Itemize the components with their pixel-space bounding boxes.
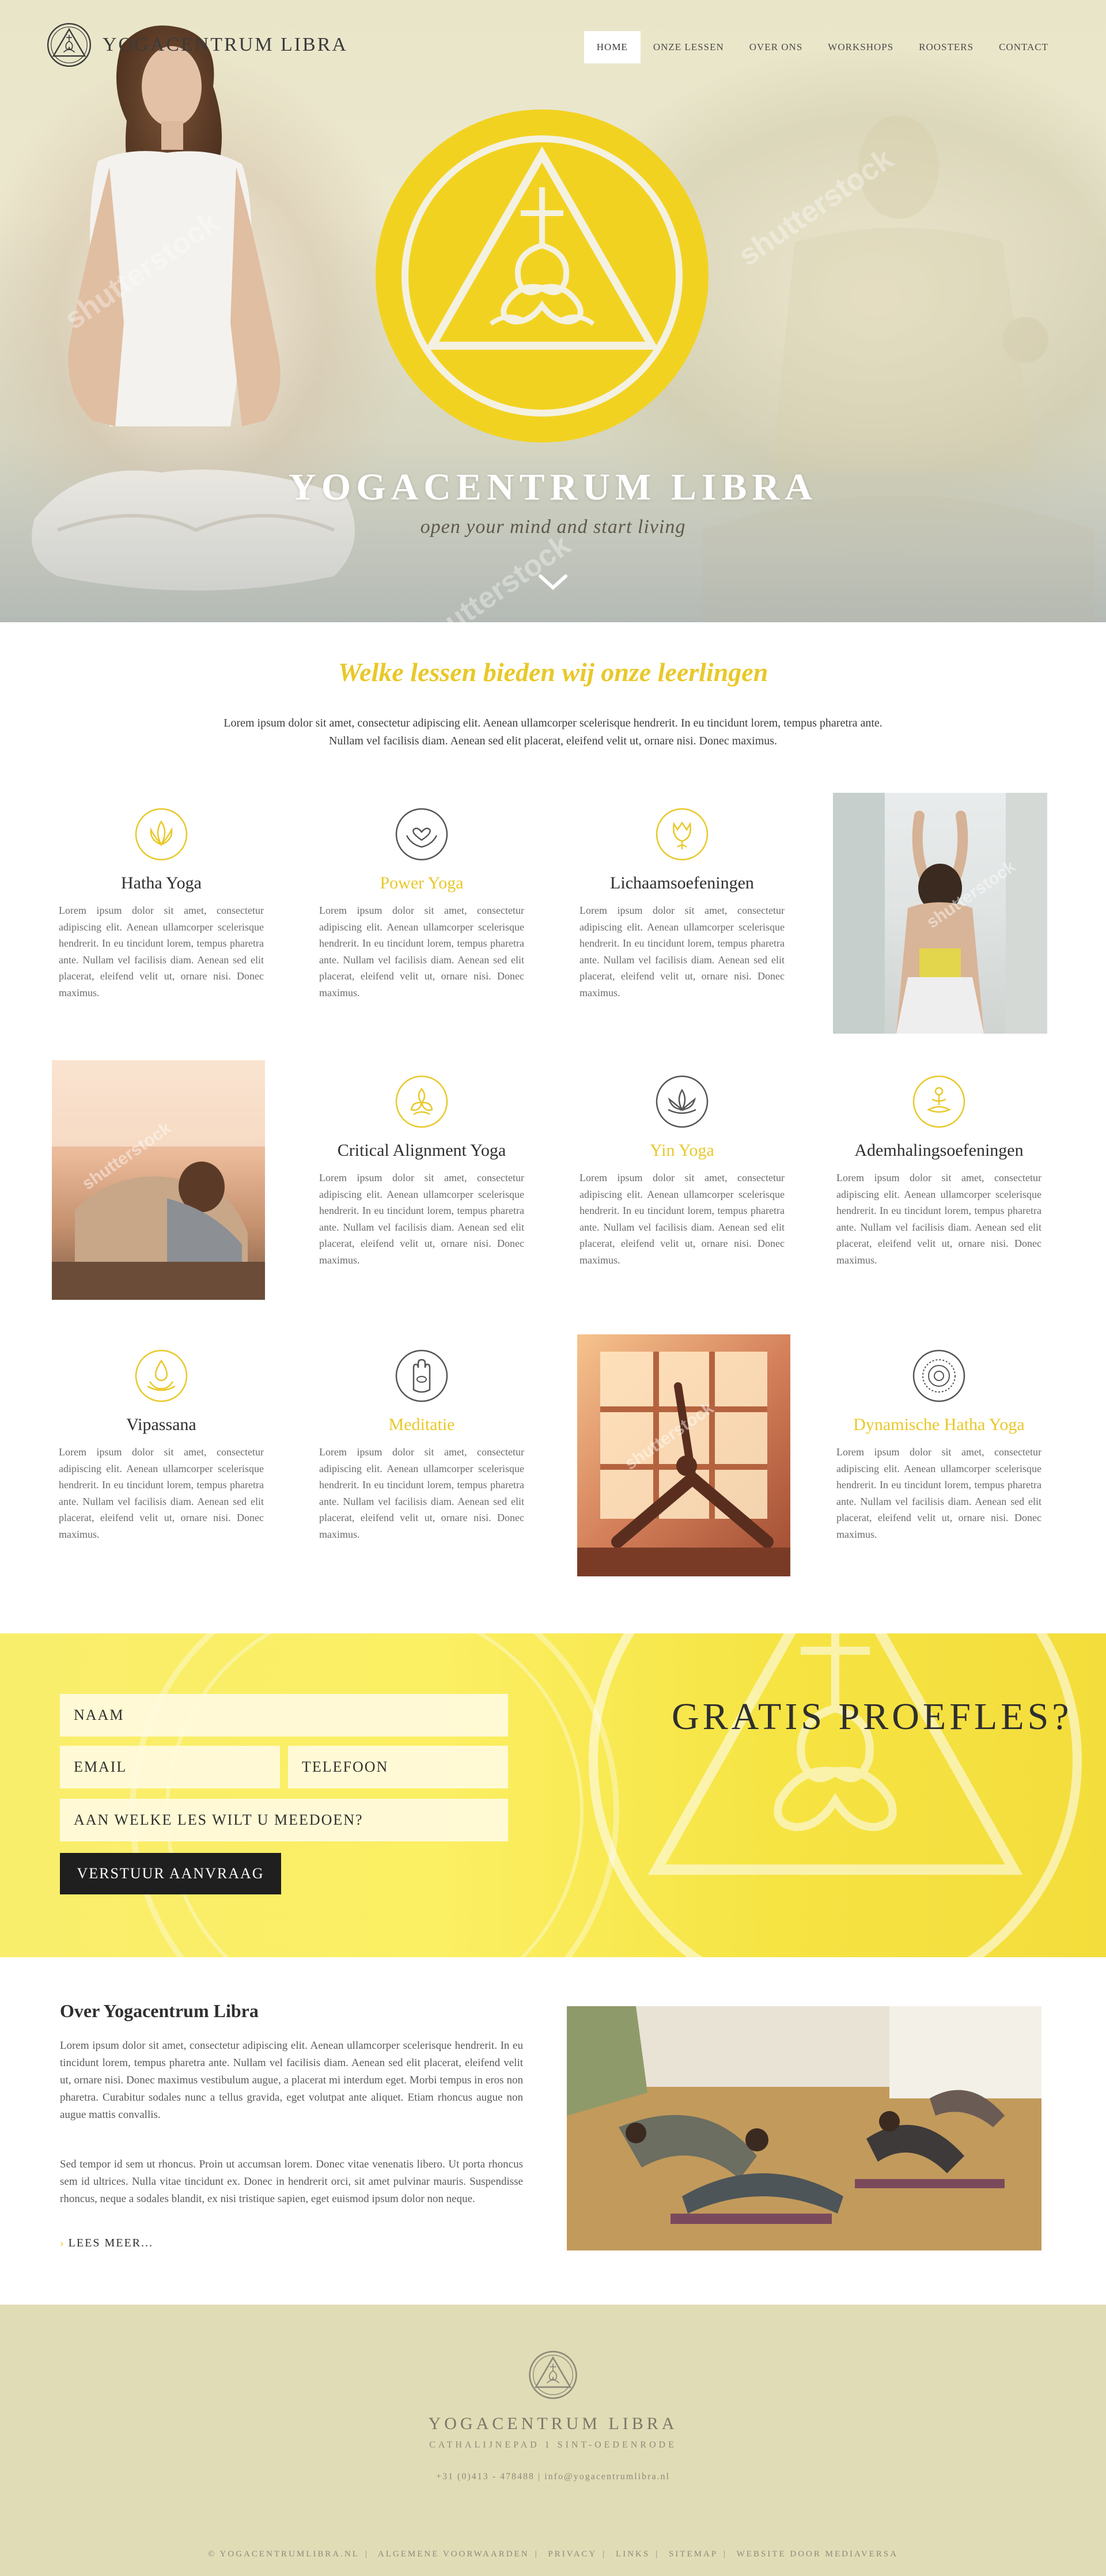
hero-title: YOGACENTRUM LIBRA bbox=[289, 466, 817, 508]
lesson-name: Power Yoga bbox=[380, 873, 464, 892]
lesson-card-hatha-yoga[interactable]: Hatha Yoga Lorem ipsum dolor sit amet, c… bbox=[59, 807, 264, 1001]
footer-separator: | bbox=[656, 2549, 660, 2559]
lesson-name: Critical Alignment Yoga bbox=[337, 1141, 506, 1160]
main-navigation: HOME ONZE LESSEN OVER ONS WORKSHOPS ROOS… bbox=[584, 31, 1061, 63]
lesson-name: Yin Yoga bbox=[650, 1141, 714, 1160]
lesson-card-lichaamsoefeningen[interactable]: Lichaamsoefeningen Lorem ipsum dolor sit… bbox=[579, 807, 785, 1001]
lesson-description: Lorem ipsum dolor sit amet, consectetur … bbox=[59, 1446, 264, 1540]
about-photo-group-class bbox=[567, 2006, 1041, 2250]
mandala-icon bbox=[912, 1349, 965, 1402]
lesson-description: Lorem ipsum dolor sit amet, consectetur … bbox=[319, 905, 524, 998]
send-request-button[interactable]: VERSTUUR AANVRAAG bbox=[60, 1853, 281, 1894]
site-logo-text: YOGACENTRUM LIBRA bbox=[103, 34, 348, 55]
footer-contact: +31 (0)413 - 478488 | info@yogacentrumli… bbox=[0, 2472, 1106, 2482]
lesson-card-vipassana[interactable]: Vipassana Lorem ipsum dolor sit amet, co… bbox=[59, 1348, 264, 1542]
lesson-description: Lorem ipsum dolor sit amet, consectetur … bbox=[836, 1172, 1041, 1266]
footer-separator: | bbox=[603, 2549, 607, 2559]
footer-link-sitemap[interactable]: SITEMAP bbox=[669, 2549, 718, 2559]
drop-lotus-icon bbox=[135, 1349, 188, 1402]
lesson-choice-input[interactable] bbox=[60, 1799, 508, 1841]
about-paragraph: Lorem ipsum dolor sit amet, consectetur … bbox=[60, 2040, 523, 2121]
footer-phone[interactable]: +31 (0)413 - 478488 bbox=[436, 2472, 535, 2482]
footer-brand-name: YOGACENTRUM LIBRA bbox=[428, 2414, 678, 2433]
read-more-link[interactable]: › LEES MEER... bbox=[60, 2237, 153, 2250]
about-title: Over Yogacentrum Libra bbox=[60, 2000, 259, 2021]
lesson-name: Ademhalingsoefeningen bbox=[854, 1141, 1024, 1160]
footer-separator: | bbox=[724, 2549, 728, 2559]
footer-email[interactable]: info@yogacentrumlibra.nl bbox=[544, 2472, 670, 2482]
lesson-name: Hatha Yoga bbox=[121, 873, 202, 892]
footer-link-mediaversa[interactable]: WEBSITE DOOR MEDIAVERSA bbox=[737, 2549, 898, 2559]
footer-address: CATHALIJNEPAD 1 SINT-OEDENRODE bbox=[429, 2440, 677, 2450]
lotus-icon bbox=[135, 808, 188, 861]
lesson-card-meditatie[interactable]: Meditatie Lorem ipsum dolor sit amet, co… bbox=[319, 1348, 524, 1542]
footer-link-links[interactable]: LINKS bbox=[616, 2549, 650, 2559]
lesson-description: Lorem ipsum dolor sit amet, consectetur … bbox=[579, 905, 785, 998]
lesson-description: Lorem ipsum dolor sit amet, consectetur … bbox=[319, 1172, 524, 1266]
phone-input[interactable] bbox=[288, 1746, 508, 1788]
nav-item-contact[interactable]: CONTACT bbox=[986, 31, 1061, 63]
site-logo[interactable]: YOGACENTRUM LIBRA bbox=[46, 22, 348, 68]
tulip-icon bbox=[656, 808, 709, 861]
name-input[interactable] bbox=[60, 1694, 508, 1737]
lessons-title: Welke lessen bieden wij onze leerlingen bbox=[338, 657, 768, 687]
nav-item-workshops[interactable]: WORKSHOPS bbox=[815, 31, 906, 63]
lessons-intro: Lorem ipsum dolor sit amet, consectetur … bbox=[224, 717, 882, 747]
lesson-card-ademhalingsoefeningen[interactable]: Ademhalingsoefeningen Lorem ipsum dolor … bbox=[836, 1074, 1041, 1268]
footer-separator: | bbox=[365, 2549, 369, 2559]
read-more-label: LEES MEER... bbox=[68, 2237, 154, 2249]
decorative-rings bbox=[130, 1633, 619, 1957]
free-trial-title: GRATIS PROEFLES? bbox=[672, 1696, 1073, 1738]
footer-link-terms[interactable]: ALGEMENE VOORWAARDEN bbox=[378, 2549, 529, 2559]
footer-separator: | bbox=[535, 2549, 539, 2559]
footer-separator: | bbox=[538, 2472, 545, 2482]
lesson-description: Lorem ipsum dolor sit amet, consectetur … bbox=[319, 1446, 524, 1540]
free-trial-section bbox=[0, 1633, 1106, 1957]
footer-link-copyright[interactable]: © YOGACENTRUMLIBRA.NL bbox=[208, 2549, 359, 2559]
lesson-card-yin-yoga[interactable]: Yin Yoga Lorem ipsum dolor sit amet, con… bbox=[579, 1074, 785, 1268]
lesson-name: Dynamische Hatha Yoga bbox=[853, 1415, 1025, 1434]
libra-emblem-watermark-icon bbox=[589, 1633, 1082, 1957]
nav-item-over-ons[interactable]: OVER ONS bbox=[737, 31, 816, 63]
lesson-photo-stretching: shutterstock bbox=[52, 1060, 265, 1300]
hamsa-hand-icon bbox=[395, 1349, 448, 1402]
arrow-right-icon: › bbox=[60, 2237, 65, 2249]
libra-emblem-icon bbox=[376, 109, 709, 442]
footer-link-privacy[interactable]: PRIVACY bbox=[548, 2549, 597, 2559]
triple-leaf-icon bbox=[395, 1075, 448, 1128]
lesson-description: Lorem ipsum dolor sit amet, consectetur … bbox=[579, 1172, 785, 1266]
lesson-description: Lorem ipsum dolor sit amet, consectetur … bbox=[836, 1446, 1041, 1540]
nav-item-onze-lessen[interactable]: ONZE LESSEN bbox=[641, 31, 737, 63]
hero-tagline: open your mind and start living bbox=[420, 516, 686, 538]
lesson-name: Lichaamsoefeningen bbox=[610, 873, 754, 892]
nav-item-home[interactable]: HOME bbox=[584, 31, 641, 63]
libra-logo-icon bbox=[529, 2351, 577, 2399]
footer-links: © YOGACENTRUMLIBRA.NL | ALGEMENE VOORWAAR… bbox=[0, 2549, 1106, 2559]
lesson-photo-side-plank: shutterstock bbox=[577, 1334, 790, 1576]
email-input[interactable] bbox=[60, 1746, 280, 1788]
hands-heart-icon bbox=[395, 808, 448, 861]
lotus-outline-icon bbox=[656, 1075, 709, 1128]
nav-item-roosters[interactable]: ROOSTERS bbox=[906, 31, 986, 63]
lesson-card-dynamische-hatha-yoga[interactable]: Dynamische Hatha Yoga Lorem ipsum dolor … bbox=[836, 1348, 1041, 1542]
hero-section: shutterstock shutterstock shutterstock Y… bbox=[0, 0, 1106, 622]
chevron-down-icon[interactable] bbox=[535, 570, 571, 593]
lesson-name: Vipassana bbox=[126, 1415, 196, 1434]
libra-logo-icon bbox=[47, 22, 91, 67]
lesson-name: Meditatie bbox=[388, 1415, 455, 1434]
lesson-card-power-yoga[interactable]: Power Yoga Lorem ipsum dolor sit amet, c… bbox=[319, 807, 524, 1001]
lesson-photo-arms-raised: shutterstock bbox=[833, 793, 1047, 1034]
lesson-description: Lorem ipsum dolor sit amet, consectetur … bbox=[59, 905, 264, 998]
meditation-figure-icon bbox=[912, 1075, 965, 1128]
lesson-card-critical-alignment-yoga[interactable]: Critical Alignment Yoga Lorem ipsum dolo… bbox=[319, 1074, 524, 1268]
about-paragraph: Sed tempor id sem ut rhoncus. Proin ut a… bbox=[60, 2158, 523, 2205]
